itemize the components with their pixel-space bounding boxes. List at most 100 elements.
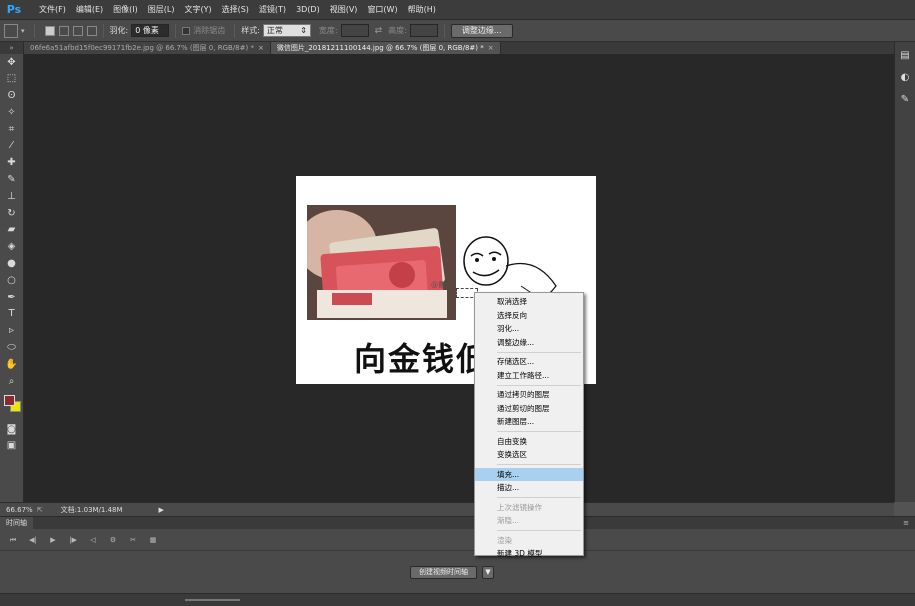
eyedropper-tool-icon[interactable]: ⁄ [2, 138, 22, 154]
close-icon[interactable]: × [488, 42, 494, 54]
transition-icon[interactable]: ▦ [146, 533, 160, 547]
pen-tool-icon[interactable]: ✒ [2, 289, 22, 305]
antialias-checkbox[interactable] [182, 26, 191, 35]
dodge-tool-icon[interactable]: ○ [2, 272, 22, 288]
menu-items: 文件(F) 编辑(E) 图像(I) 图层(L) 文字(Y) 选择(S) 滤镜(T) 3D(D)… [34, 0, 441, 20]
context-menu-item[interactable]: 通过拷贝的图层 [475, 388, 583, 402]
context-menu-item[interactable]: 自由变换 [475, 435, 583, 449]
document-tab-1[interactable]: 微信图片_20181211100144.jpg @ 66.7% (图层 0, R… [270, 42, 501, 54]
antialias-label: 消除锯齿 [193, 26, 226, 35]
play-icon[interactable]: ▶ [46, 533, 60, 547]
tools-list: ✥ ⬚ ʘ ✧ ⌗ ⁄ ✚ ✎ ⊥ ↻ ▰ ◈ ● ○ ✒ T ▹ ⬭ ✋ ⌕ [0, 54, 23, 389]
eraser-tool-icon[interactable]: ▰ [2, 222, 22, 238]
menu-item-10[interactable]: 帮助(H) [403, 0, 441, 20]
menu-item-2[interactable]: 图像(I) [108, 0, 143, 20]
context-menu-item[interactable]: 通过剪切的图层 [475, 402, 583, 416]
tools-panel: » ✥ ⬚ ʘ ✧ ⌗ ⁄ ✚ ✎ ⊥ ↻ ▰ ◈ ● ○ ✒ T ▹ ⬭ ✋ ⌕ ◙ ▣ [0, 42, 24, 502]
healing-brush-tool-icon[interactable]: ✚ [2, 155, 22, 171]
screen-mode-icon[interactable]: ▣ [2, 438, 22, 454]
style-select[interactable]: 正常 ⇕ [262, 24, 311, 37]
quick-mask-icon[interactable]: ◙ [2, 421, 22, 437]
settings-icon[interactable]: ⚙ [106, 533, 120, 547]
intersect-selection-icon[interactable] [86, 25, 97, 36]
canvas-area[interactable]: @曹... 向金钱低 [24, 54, 894, 502]
toolbar-collapse-icon[interactable]: » [0, 42, 23, 54]
panel-adjust-icon[interactable]: ◐ [897, 70, 913, 86]
menu-separator [497, 351, 581, 353]
context-menu-item[interactable]: 描边... [475, 481, 583, 495]
refine-edge-button[interactable]: 调整边缘... [450, 23, 513, 38]
context-menu-item[interactable]: 建立工作路径... [475, 369, 583, 383]
menu-item-1[interactable]: 编辑(E) [71, 0, 108, 20]
shape-tool-icon[interactable]: ⬭ [2, 340, 22, 356]
paint-bucket-tool-icon[interactable]: ◈ [2, 239, 22, 255]
chevron-updown-icon: ⇕ [300, 26, 307, 35]
options-bar: ▾ 羽化: 0 像素 消除锯齿 样式: 正常 ⇕ 宽度: ⇄ 高度: 调整边缘.… [0, 20, 915, 42]
context-menu-item: 上次滤镜操作 [497, 502, 542, 512]
chevron-down-icon[interactable]: ▼ [482, 566, 494, 579]
menu-item-3[interactable]: 图层(L) [143, 0, 180, 20]
width-input[interactable] [340, 24, 369, 37]
context-menu-item[interactable]: 选择反向 [475, 309, 583, 323]
context-menu-item[interactable]: 变换选区 [475, 448, 583, 462]
context-menu-item[interactable]: 羽化... [475, 322, 583, 336]
context-menu-item[interactable]: 存储选区... [475, 355, 583, 369]
close-icon[interactable]: × [258, 42, 264, 54]
clone-stamp-tool-icon[interactable]: ⊥ [2, 188, 22, 204]
divider [443, 23, 445, 38]
lasso-tool-icon[interactable]: ʘ [2, 88, 22, 104]
document-size: 文档:1.03M/1.48M [60, 505, 123, 514]
menu-item-5[interactable]: 选择(S) [217, 0, 254, 20]
export-icon[interactable]: ⇱ [37, 506, 43, 514]
zoom-tool-icon[interactable]: ⌕ [2, 373, 22, 389]
menu-separator [497, 497, 581, 498]
height-input[interactable] [409, 24, 438, 37]
history-brush-tool-icon[interactable]: ↻ [2, 205, 22, 221]
subtract-selection-icon[interactable] [72, 25, 83, 36]
create-video-timeline-button[interactable]: 创建视频时间轴 [410, 566, 477, 579]
first-frame-icon[interactable]: ⏮ [6, 533, 20, 547]
context-menu-item[interactable]: 调整边缘... [475, 336, 583, 350]
blur-tool-icon[interactable]: ● [2, 256, 22, 272]
context-menu-item[interactable]: 填充... [475, 467, 583, 481]
feather-input[interactable]: 0 像素 [131, 24, 170, 37]
menu-item-9[interactable]: 窗口(W) [362, 0, 402, 20]
status-menu-arrow-icon[interactable]: ▶ [159, 506, 164, 514]
style-label: 样式: [241, 26, 260, 35]
previous-frame-icon[interactable]: ◀| [26, 533, 40, 547]
marquee-tool-icon[interactable]: ⬚ [2, 71, 22, 87]
move-tool-icon[interactable]: ✥ [2, 54, 22, 70]
marquee-preset-icon[interactable] [4, 23, 18, 38]
menu-item-4[interactable]: 文字(Y) [179, 0, 216, 20]
swap-icon[interactable]: ⇄ [375, 26, 383, 36]
menu-item-8[interactable]: 视图(V) [325, 0, 363, 20]
menu-item-6[interactable]: 滤镜(T) [254, 0, 291, 20]
context-menu: 取消选择 选择反向 羽化... 调整边缘... 存储选区... 建立工作路径... 通过拷贝… [474, 292, 584, 558]
chevron-down-icon[interactable]: ▾ [21, 27, 25, 35]
document-tab-0[interactable]: 06fe6a51afbd15f0ec99171fb2e.jpg @ 66.7% … [24, 42, 271, 54]
type-tool-icon[interactable]: T [2, 306, 22, 322]
timeline-panel: ⏮ ◀| ▶ |▶ ◁ ⚙ ✂ ▦ 创建视频时间轴 ▼ [0, 529, 915, 593]
crop-tool-icon[interactable]: ⌗ [2, 121, 22, 137]
brush-tool-icon[interactable]: ✎ [2, 172, 22, 188]
panel-brush-icon[interactable]: ✎ [897, 92, 913, 108]
document-tabs: 06fe6a51afbd15f0ec99171fb2e.jpg @ 66.7% … [24, 42, 894, 54]
path-select-tool-icon[interactable]: ▹ [2, 323, 22, 339]
split-icon[interactable]: ✂ [126, 533, 140, 547]
zoom-slider[interactable] [185, 599, 240, 601]
hand-tool-icon[interactable]: ✋ [2, 356, 22, 372]
new-selection-icon[interactable] [44, 25, 55, 36]
audio-icon[interactable]: ◁ [86, 533, 100, 547]
next-frame-icon[interactable]: |▶ [66, 533, 80, 547]
context-menu-item[interactable]: 取消选择 [475, 295, 583, 309]
context-menu-item[interactable]: 新建图层... [475, 415, 583, 429]
menu-separator [497, 530, 581, 531]
menu-item-7[interactable]: 3D(D) [291, 0, 325, 20]
add-selection-icon[interactable] [58, 25, 69, 36]
panel-history-icon[interactable]: ▤ [897, 48, 913, 64]
zoom-level[interactable]: 66.67% [6, 506, 33, 514]
menu-item-0[interactable]: 文件(F) [34, 0, 71, 20]
quick-select-tool-icon[interactable]: ✧ [2, 104, 22, 120]
foreground-color-swatch[interactable] [3, 395, 15, 407]
context-menu-item[interactable]: 新建 3D 模型 [475, 547, 583, 561]
